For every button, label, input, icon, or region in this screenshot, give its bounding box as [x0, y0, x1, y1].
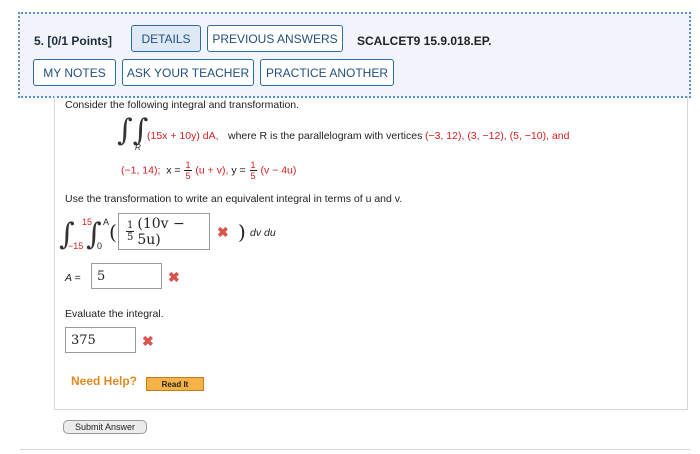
- ask-your-teacher-button[interactable]: ASK YOUR TEACHER: [122, 59, 254, 86]
- details-button[interactable]: DETAILS: [131, 25, 201, 52]
- submit-answer-button[interactable]: Submit Answer: [63, 420, 147, 434]
- open-paren: (: [109, 220, 117, 244]
- question-number: 5. [0/1 Points]: [34, 34, 113, 48]
- incorrect-icon: ✖: [168, 269, 180, 285]
- integral-value-field[interactable]: 375: [65, 327, 136, 353]
- a-answer-field[interactable]: 5: [91, 263, 162, 289]
- region-description: where R is the parallelogram with vertic…: [228, 130, 423, 142]
- question-body: Consider the following integral and tran…: [54, 96, 688, 410]
- practice-another-button[interactable]: PRACTICE ANOTHER: [260, 59, 394, 86]
- integrand: (15x + 10y) dA,: [147, 130, 219, 142]
- incorrect-icon: ✖: [142, 333, 154, 349]
- my-notes-button[interactable]: MY NOTES: [33, 59, 116, 86]
- inner-lower-limit: 0: [97, 241, 103, 251]
- intro-text: Consider the following integral and tran…: [65, 99, 300, 111]
- question-header: 5. [0/1 Points] DETAILS PREVIOUS ANSWERS…: [18, 12, 691, 98]
- read-it-button[interactable]: Read It: [146, 377, 204, 391]
- transformation-line: (−1, 14); x = 15 (u + v), y = 15 (v − 4u…: [121, 160, 297, 181]
- differentials: dv du: [250, 227, 276, 239]
- incorrect-icon: ✖: [217, 224, 229, 240]
- vertices-list: (−3, 12), (3, −12), (5, −10), and: [425, 130, 570, 142]
- need-help-label: Need Help?: [71, 374, 138, 388]
- evaluate-text: Evaluate the integral.: [65, 308, 164, 320]
- divider: [20, 449, 690, 450]
- a-label: A =: [65, 272, 81, 284]
- close-paren: ): [238, 220, 246, 244]
- outer-lower-limit: −15: [68, 241, 84, 251]
- previous-answers-button[interactable]: PREVIOUS ANSWERS: [207, 25, 343, 52]
- integrand-answer-field[interactable]: 15 (10v − 5u): [118, 213, 210, 250]
- problem-code: SCALCET9 15.9.018.EP.: [357, 34, 492, 48]
- instruction-text: Use the transformation to write an equiv…: [65, 193, 403, 205]
- region-subscript: R: [135, 143, 141, 152]
- double-integral-sign: ∫∫: [117, 113, 149, 148]
